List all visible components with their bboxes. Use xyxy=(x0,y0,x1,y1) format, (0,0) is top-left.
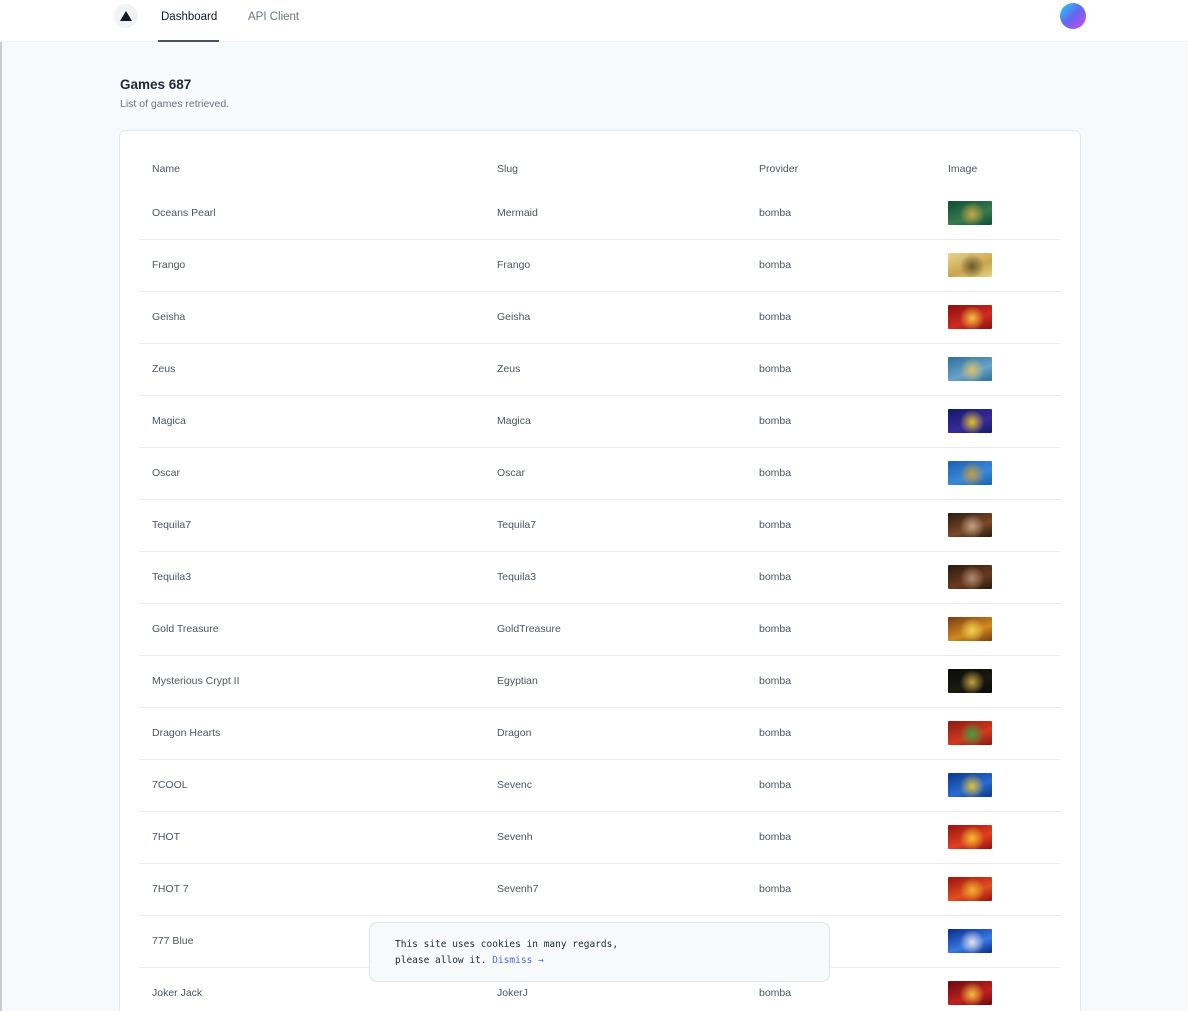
cell-name: 7HOT xyxy=(152,831,181,843)
cell-name: Magica xyxy=(152,415,186,427)
table-row[interactable]: Oceans Pearl Mermaid bomba xyxy=(139,188,1060,240)
cell-slug: Egyptian xyxy=(497,675,538,687)
game-thumbnail xyxy=(948,357,992,381)
cell-name: Gold Treasure xyxy=(152,623,219,635)
cell-name: Zeus xyxy=(152,363,176,375)
table-row[interactable]: Geisha Geisha bomba xyxy=(139,292,1060,344)
cell-provider: bomba xyxy=(759,415,792,427)
page-title: Games 687 xyxy=(120,77,192,92)
cell-provider: bomba xyxy=(759,779,792,791)
cell-slug: Tequila3 xyxy=(497,571,537,583)
game-thumbnail xyxy=(948,773,992,797)
cell-slug: Zeus xyxy=(497,363,521,375)
window-edge xyxy=(0,0,2,1011)
game-thumbnail xyxy=(948,981,992,1005)
cookie-message-text: please allow it. xyxy=(395,955,487,966)
dismiss-button[interactable]: Dismiss → xyxy=(492,955,543,966)
cell-slug: Frango xyxy=(497,259,531,271)
cell-provider: bomba xyxy=(759,519,792,531)
cell-name: 7COOL xyxy=(152,779,188,791)
game-thumbnail xyxy=(948,669,992,693)
cell-provider: bomba xyxy=(759,311,792,323)
game-thumbnail xyxy=(948,253,992,277)
cell-name: Oceans Pearl xyxy=(152,207,216,219)
column-header-provider: Provider xyxy=(759,163,799,175)
cell-name: 777 Blue xyxy=(152,935,194,947)
table-row[interactable]: Zeus Zeus bomba xyxy=(139,344,1060,396)
cell-slug: Geisha xyxy=(497,311,531,323)
cell-provider: bomba xyxy=(759,259,792,271)
cell-provider: bomba xyxy=(759,623,792,635)
table-row[interactable]: Gold Treasure GoldTreasure bomba xyxy=(139,604,1060,656)
cell-slug: GoldTreasure xyxy=(497,623,561,635)
game-thumbnail xyxy=(948,929,992,953)
game-thumbnail xyxy=(948,565,992,589)
game-thumbnail xyxy=(948,877,992,901)
cell-provider: bomba xyxy=(759,883,792,895)
cookie-message-line1: This site uses cookies in many regards, xyxy=(395,939,619,950)
tab-api-client[interactable]: API Client xyxy=(248,0,299,42)
cell-name: Tequila3 xyxy=(152,571,192,583)
game-thumbnail xyxy=(948,201,992,225)
logo-icon[interactable] xyxy=(114,4,138,28)
cell-provider: bomba xyxy=(759,467,792,479)
cell-slug: Dragon xyxy=(497,727,532,739)
cell-provider: bomba xyxy=(759,675,792,687)
cell-provider: bomba xyxy=(759,831,792,843)
table-row[interactable]: Dragon Hearts Dragon bomba xyxy=(139,708,1060,760)
cookie-banner: This site uses cookies in many regards, … xyxy=(369,922,830,982)
page-subtitle: List of games retrieved. xyxy=(120,98,230,110)
cell-name: Dragon Hearts xyxy=(152,727,221,739)
column-header-image: Image xyxy=(948,163,978,175)
cell-name: Joker Jack xyxy=(152,987,203,999)
table-row[interactable]: 7COOL Sevenc bomba xyxy=(139,760,1060,812)
active-tab-indicator xyxy=(158,40,219,42)
column-header-name: Name xyxy=(152,163,181,175)
cell-slug: Sevenh7 xyxy=(497,883,539,895)
tab-dashboard[interactable]: Dashboard xyxy=(161,0,217,42)
cell-provider: bomba xyxy=(759,727,792,739)
table-row[interactable]: Frango Frango bomba xyxy=(139,240,1060,292)
table-row[interactable]: 7HOT Sevenh bomba xyxy=(139,812,1060,864)
cell-name: Geisha xyxy=(152,311,186,323)
table-row[interactable]: Mysterious Crypt II Egyptian bomba xyxy=(139,656,1060,708)
table-row[interactable]: Magica Magica bomba xyxy=(139,396,1060,448)
game-thumbnail xyxy=(948,409,992,433)
cookie-message-line2: please allow it. Dismiss → xyxy=(395,953,829,969)
avatar[interactable] xyxy=(1060,3,1086,29)
cell-slug: Tequila7 xyxy=(497,519,537,531)
game-thumbnail xyxy=(948,513,992,537)
cell-name: Tequila7 xyxy=(152,519,192,531)
game-thumbnail xyxy=(948,461,992,485)
cell-slug: Sevenc xyxy=(497,779,533,791)
cell-name: Oscar xyxy=(152,467,181,479)
cell-name: 7HOT 7 xyxy=(152,883,189,895)
cell-provider: bomba xyxy=(759,571,792,583)
table-row[interactable]: Tequila7 Tequila7 bomba xyxy=(139,500,1060,552)
game-thumbnail xyxy=(948,617,992,641)
game-thumbnail xyxy=(948,825,992,849)
cell-slug: Mermaid xyxy=(497,207,538,219)
cell-provider: bomba xyxy=(759,363,792,375)
cell-slug: Oscar xyxy=(497,467,526,479)
top-navigation: Dashboard API Client xyxy=(0,0,1188,42)
game-thumbnail xyxy=(948,721,992,745)
cell-slug: Sevenh xyxy=(497,831,533,843)
table-row[interactable]: Oscar Oscar bomba xyxy=(139,448,1060,500)
column-header-slug: Slug xyxy=(497,163,519,175)
cell-provider: bomba xyxy=(759,207,792,219)
cell-name: Frango xyxy=(152,259,186,271)
table-row[interactable]: Tequila3 Tequila3 bomba xyxy=(139,552,1060,604)
cell-name: Mysterious Crypt II xyxy=(152,675,240,687)
table-row[interactable]: 7HOT 7 Sevenh7 bomba xyxy=(139,864,1060,916)
cell-slug: Magica xyxy=(497,415,531,427)
game-thumbnail xyxy=(948,305,992,329)
